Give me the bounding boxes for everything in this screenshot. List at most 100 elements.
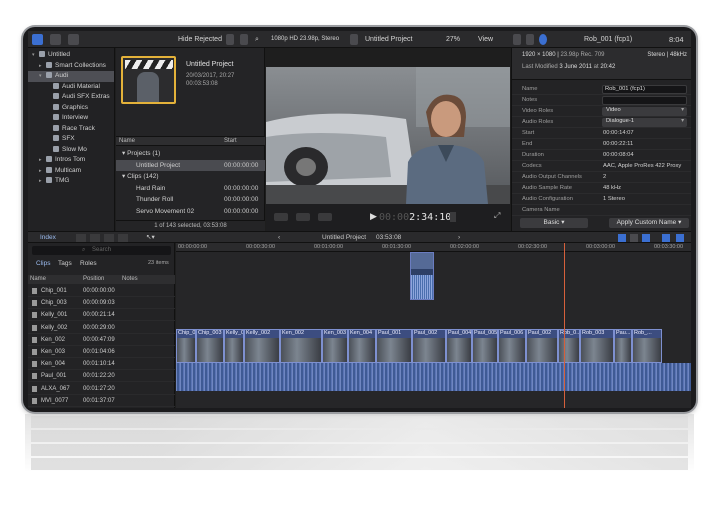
browser-row[interactable]: Thunder Roll 00:00:00:00 <box>116 194 265 205</box>
library-item[interactable]: Interview <box>28 113 114 124</box>
library-item[interactable]: ▸ Multicam <box>28 166 114 177</box>
index-row[interactable]: MVI_0077 00:01:37:07 <box>28 395 175 407</box>
disclosure-icon[interactable]: ▸ <box>39 61 46 72</box>
timeline-clip[interactable]: Kelly_002 <box>244 329 280 363</box>
clip-connect-icon[interactable] <box>76 234 86 242</box>
timeline-clip[interactable]: Chip_003 <box>196 329 224 363</box>
library-item[interactable]: ▸ Smart Collections <box>28 61 114 72</box>
timeline-clip[interactable]: Ken_004 <box>348 329 376 363</box>
idx-col-name[interactable]: Name <box>30 275 46 284</box>
index-row[interactable]: ALXA_067 00:01:27:20 <box>28 383 175 395</box>
browser-row[interactable]: ▾ Projects (1) <box>116 148 265 159</box>
snapping-icon[interactable] <box>642 234 650 242</box>
select-tool-icon[interactable]: ↖▾ <box>146 233 155 241</box>
disclosure-icon[interactable]: ▸ <box>39 155 46 166</box>
playhead[interactable] <box>564 243 565 408</box>
disclosure-icon[interactable]: ▾ <box>32 50 39 61</box>
idx-col-notes[interactable]: Notes <box>122 275 138 284</box>
library-item[interactable]: SFX <box>28 134 114 145</box>
library-item[interactable]: Audi SFX Extras <box>28 92 114 103</box>
audio-waveform[interactable] <box>176 363 691 391</box>
audio-skimming-icon[interactable] <box>618 234 626 242</box>
timecode-display[interactable]: 00:002:34:10 <box>379 212 451 223</box>
inspector-audio-icon[interactable] <box>526 34 534 45</box>
timeline-clip[interactable]: Rob_003 <box>580 329 614 363</box>
library-item[interactable]: ▸ Intros Tom <box>28 155 114 166</box>
index-row[interactable]: Ken_003 00:01:04:06 <box>28 346 175 358</box>
solo-icon[interactable] <box>630 234 638 242</box>
library-item[interactable]: Graphics <box>28 103 114 114</box>
titles-icon[interactable] <box>68 34 79 45</box>
col-name[interactable]: Name <box>119 137 135 146</box>
clip-appearance-icon[interactable] <box>226 34 234 45</box>
library-item[interactable]: Race Track <box>28 124 114 135</box>
transitions-browser-icon[interactable] <box>676 234 684 242</box>
filter-popup[interactable]: Hide Rejected <box>178 34 222 45</box>
inspector-popup[interactable]: Video ▾ <box>602 107 687 116</box>
libraries-icon[interactable] <box>32 34 43 45</box>
viewer-transform-popup[interactable] <box>274 213 288 221</box>
clip-append-icon[interactable] <box>104 234 114 242</box>
timeline-ruler[interactable]: 00:00:00:00 00:00:30:00 00:01:00:00 00:01:3… <box>176 243 691 252</box>
timeline-clip[interactable]: Ken_003 <box>322 329 348 363</box>
library-item[interactable]: ▾ Untitled <box>28 50 114 61</box>
timeline-area[interactable]: 00:00:00:00 00:00:30:00 00:01:00:00 00:01:3… <box>176 243 691 408</box>
browser-row[interactable]: Untitled Project 00:00:00:00 <box>116 159 265 171</box>
filmstrip-icon[interactable] <box>240 34 248 45</box>
col-start[interactable]: Start <box>224 137 237 146</box>
tab-tags[interactable]: Tags <box>58 260 72 267</box>
viewer-speed-popup[interactable] <box>318 213 332 221</box>
zoom-popup[interactable]: 27% <box>446 34 460 45</box>
index-search-input[interactable]: ⌕ Search <box>32 246 171 255</box>
inspector-video-icon[interactable] <box>513 34 521 45</box>
clip-insert-icon[interactable] <box>90 234 100 242</box>
index-row[interactable]: Ken_002 00:00:47:09 <box>28 334 175 346</box>
disclosure-icon[interactable]: ▸ <box>39 176 46 187</box>
play-icon[interactable]: ▶ <box>370 211 377 222</box>
clip-overwrite-icon[interactable] <box>118 234 128 242</box>
tab-clips[interactable]: Clips <box>36 260 50 267</box>
basic-popup[interactable]: Basic ▾ <box>520 218 588 228</box>
timeline-clip[interactable]: Paul_002 <box>412 329 446 363</box>
timeline-clip[interactable]: Paul_004 <box>446 329 472 363</box>
index-row[interactable]: Chip_001 00:00:00:00 <box>28 285 175 297</box>
viewer-retime-popup[interactable] <box>296 213 310 221</box>
forward-icon[interactable]: › <box>458 234 460 241</box>
library-item[interactable]: Audi Material <box>28 82 114 93</box>
idx-col-position[interactable]: Position <box>83 275 104 284</box>
fullscreen-icon[interactable]: ⤢ <box>494 211 500 221</box>
index-row[interactable]: Kelly_002 00:00:29:00 <box>28 322 175 334</box>
inspector-popup[interactable]: Dialogue-1 ▾ <box>602 118 687 127</box>
timeline-clip[interactable]: Kelly_0... <box>224 329 244 363</box>
project-thumbnail[interactable] <box>121 56 176 104</box>
photos-icon[interactable] <box>50 34 61 45</box>
viewer-image[interactable] <box>266 67 510 204</box>
timeline-clip[interactable]: Rob_0... <box>558 329 580 363</box>
timeline-clip[interactable]: Paul_001 <box>376 329 412 363</box>
disclosure-icon[interactable]: ▾ <box>39 71 46 82</box>
timeline-clip[interactable]: Paul_006 <box>498 329 526 363</box>
tab-roles[interactable]: Roles <box>80 260 97 267</box>
index-row[interactable]: Paul_001 00:01:22:20 <box>28 370 175 383</box>
effects-browser-icon[interactable] <box>662 234 670 242</box>
browser-row[interactable]: Hard Rain 00:00:00:00 <box>116 183 265 194</box>
apply-custom-name-button[interactable]: Apply Custom Name ▾ <box>609 218 689 228</box>
index-row[interactable]: Ken_004 00:01:10:14 <box>28 358 175 371</box>
library-item[interactable]: ▾ Audi <box>28 71 114 82</box>
index-row[interactable]: Chip_003 00:00:09:03 <box>28 297 175 310</box>
timeline-clip[interactable]: Chip_001 <box>176 329 196 363</box>
browser-row[interactable]: ▾ Clips (142) <box>116 171 265 182</box>
index-row[interactable]: Kelly_001 00:00:21:14 <box>28 309 175 322</box>
back-icon[interactable]: ‹ <box>278 234 280 241</box>
timeline-clip[interactable]: Ken_002 <box>280 329 322 363</box>
inspector-field[interactable] <box>602 96 687 105</box>
library-item[interactable]: ▸ TMG <box>28 176 114 187</box>
timeline-clip[interactable]: Pau... <box>614 329 632 363</box>
index-button[interactable]: Index <box>40 234 56 241</box>
disclosure-icon[interactable]: ▸ <box>39 166 46 177</box>
inspector-info-icon[interactable] <box>539 34 547 45</box>
inspector-field[interactable]: Rob_001 (fcp1) <box>602 85 687 94</box>
search-icon[interactable]: ⌕ <box>255 34 259 45</box>
library-item[interactable]: Slow Mo <box>28 145 114 156</box>
view-popup[interactable]: View <box>478 34 493 45</box>
